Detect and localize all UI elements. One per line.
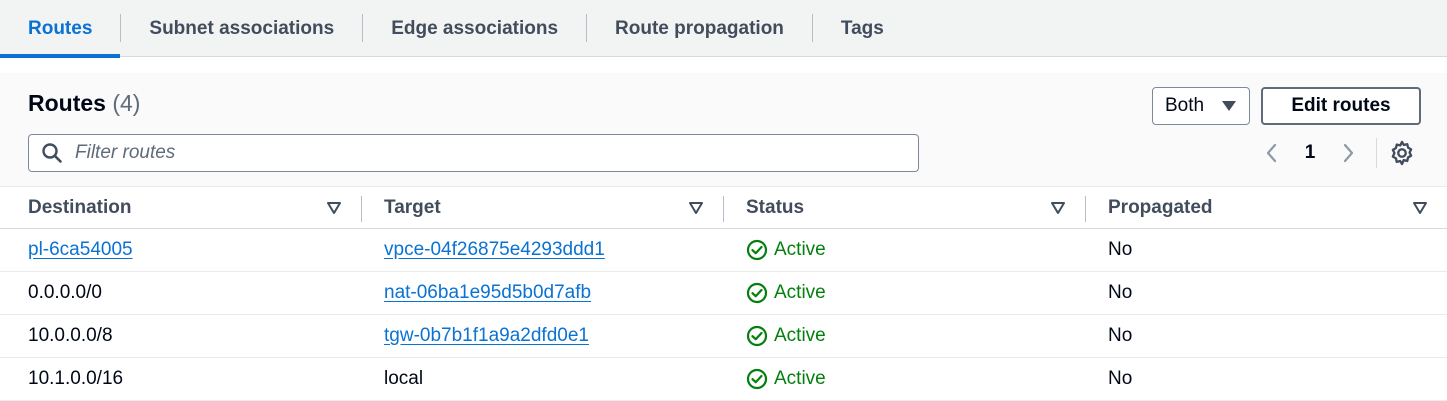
gear-icon (1391, 140, 1413, 166)
target-value: local (384, 368, 424, 389)
select-value: Both (1165, 95, 1205, 116)
status-badge: Active (746, 272, 826, 314)
column-header-target[interactable]: Target (384, 188, 441, 228)
routes-table: Destination Target Status Propagated pl-… (0, 188, 1447, 401)
previous-page-button[interactable] (1260, 134, 1284, 172)
page-number[interactable]: 1 (1300, 134, 1320, 172)
table-header-row: Destination Target Status Propagated (0, 188, 1447, 229)
propagated-value: No (1108, 239, 1133, 260)
check-circle-icon (746, 368, 768, 390)
propagated-value: No (1108, 368, 1133, 389)
destination-value: 10.1.0.0/16 (28, 368, 124, 389)
page-title: Routes (4) (28, 90, 140, 117)
caret-down-icon (1222, 101, 1236, 111)
target-link[interactable]: tgw-0b7b1f1a9a2dfd0e1 (384, 325, 589, 347)
chevron-left-icon (1266, 143, 1277, 163)
tab-subnet-associations[interactable]: Subnet associations (121, 0, 362, 57)
sort-triangle-icon (1413, 202, 1427, 214)
status-text: Active (774, 239, 826, 260)
column-header-destination[interactable]: Destination (28, 188, 131, 228)
pager-divider (1376, 138, 1377, 168)
check-circle-icon (746, 282, 768, 304)
propagated-value: No (1108, 282, 1133, 303)
propagated-value: No (1108, 325, 1133, 346)
status-badge: Active (746, 229, 826, 271)
destination-value: 10.0.0.0/8 (28, 325, 113, 346)
target-link[interactable]: nat-06ba1e95d5b0d7afb (384, 282, 591, 304)
tab-tags[interactable]: Tags (813, 0, 912, 57)
table-row: pl-6ca54005 vpce-04f26875e4293ddd1 Activ… (0, 229, 1447, 272)
chevron-right-icon (1343, 143, 1354, 163)
tab-bar: Routes Subnet associations Edge associat… (0, 0, 1447, 58)
table-row: 0.0.0.0/0 nat-06ba1e95d5b0d7afb Active N… (0, 272, 1447, 315)
sort-destination-icon[interactable] (326, 188, 342, 228)
status-text: Active (774, 368, 826, 389)
check-circle-icon (746, 325, 768, 347)
column-resizer[interactable] (361, 196, 362, 222)
route-count: (4) (112, 90, 141, 116)
status-text: Active (774, 282, 826, 303)
status-badge: Active (746, 315, 826, 357)
tab-routes[interactable]: Routes (0, 0, 121, 58)
sort-status-icon[interactable] (1050, 188, 1066, 228)
route-type-select[interactable]: Both (1152, 87, 1250, 125)
column-resizer[interactable] (723, 196, 724, 222)
sort-propagated-icon[interactable] (1412, 188, 1428, 228)
table-row: 10.1.0.0/16 local Active No (0, 358, 1447, 401)
status-badge: Active (746, 358, 826, 400)
column-header-propagated[interactable]: Propagated (1108, 188, 1213, 228)
tab-edge-associations[interactable]: Edge associations (363, 0, 586, 57)
filter-box[interactable] (28, 134, 919, 172)
status-text: Active (774, 325, 826, 346)
sort-triangle-icon (327, 202, 341, 214)
preferences-button[interactable] (1388, 134, 1416, 172)
edit-routes-button[interactable]: Edit routes (1261, 87, 1421, 125)
tab-route-propagation[interactable]: Route propagation (587, 0, 812, 57)
next-page-button[interactable] (1336, 134, 1360, 172)
spacer (0, 57, 1447, 73)
check-circle-icon (746, 239, 768, 261)
routes-header: Routes (4) Both Edit routes 1 (0, 73, 1447, 187)
target-link[interactable]: vpce-04f26875e4293ddd1 (384, 239, 605, 261)
table-row: 10.0.0.0/8 tgw-0b7b1f1a9a2dfd0e1 Active … (0, 315, 1447, 358)
destination-value: 0.0.0.0/0 (28, 282, 102, 303)
search-icon (42, 143, 62, 163)
column-header-status[interactable]: Status (746, 188, 804, 228)
sort-target-icon[interactable] (688, 188, 704, 228)
destination-link[interactable]: pl-6ca54005 (28, 239, 133, 261)
sort-triangle-icon (1051, 202, 1065, 214)
column-resizer[interactable] (1085, 196, 1086, 222)
title-text: Routes (28, 90, 106, 116)
filter-routes-input[interactable] (73, 141, 893, 165)
sort-triangle-icon (689, 202, 703, 214)
